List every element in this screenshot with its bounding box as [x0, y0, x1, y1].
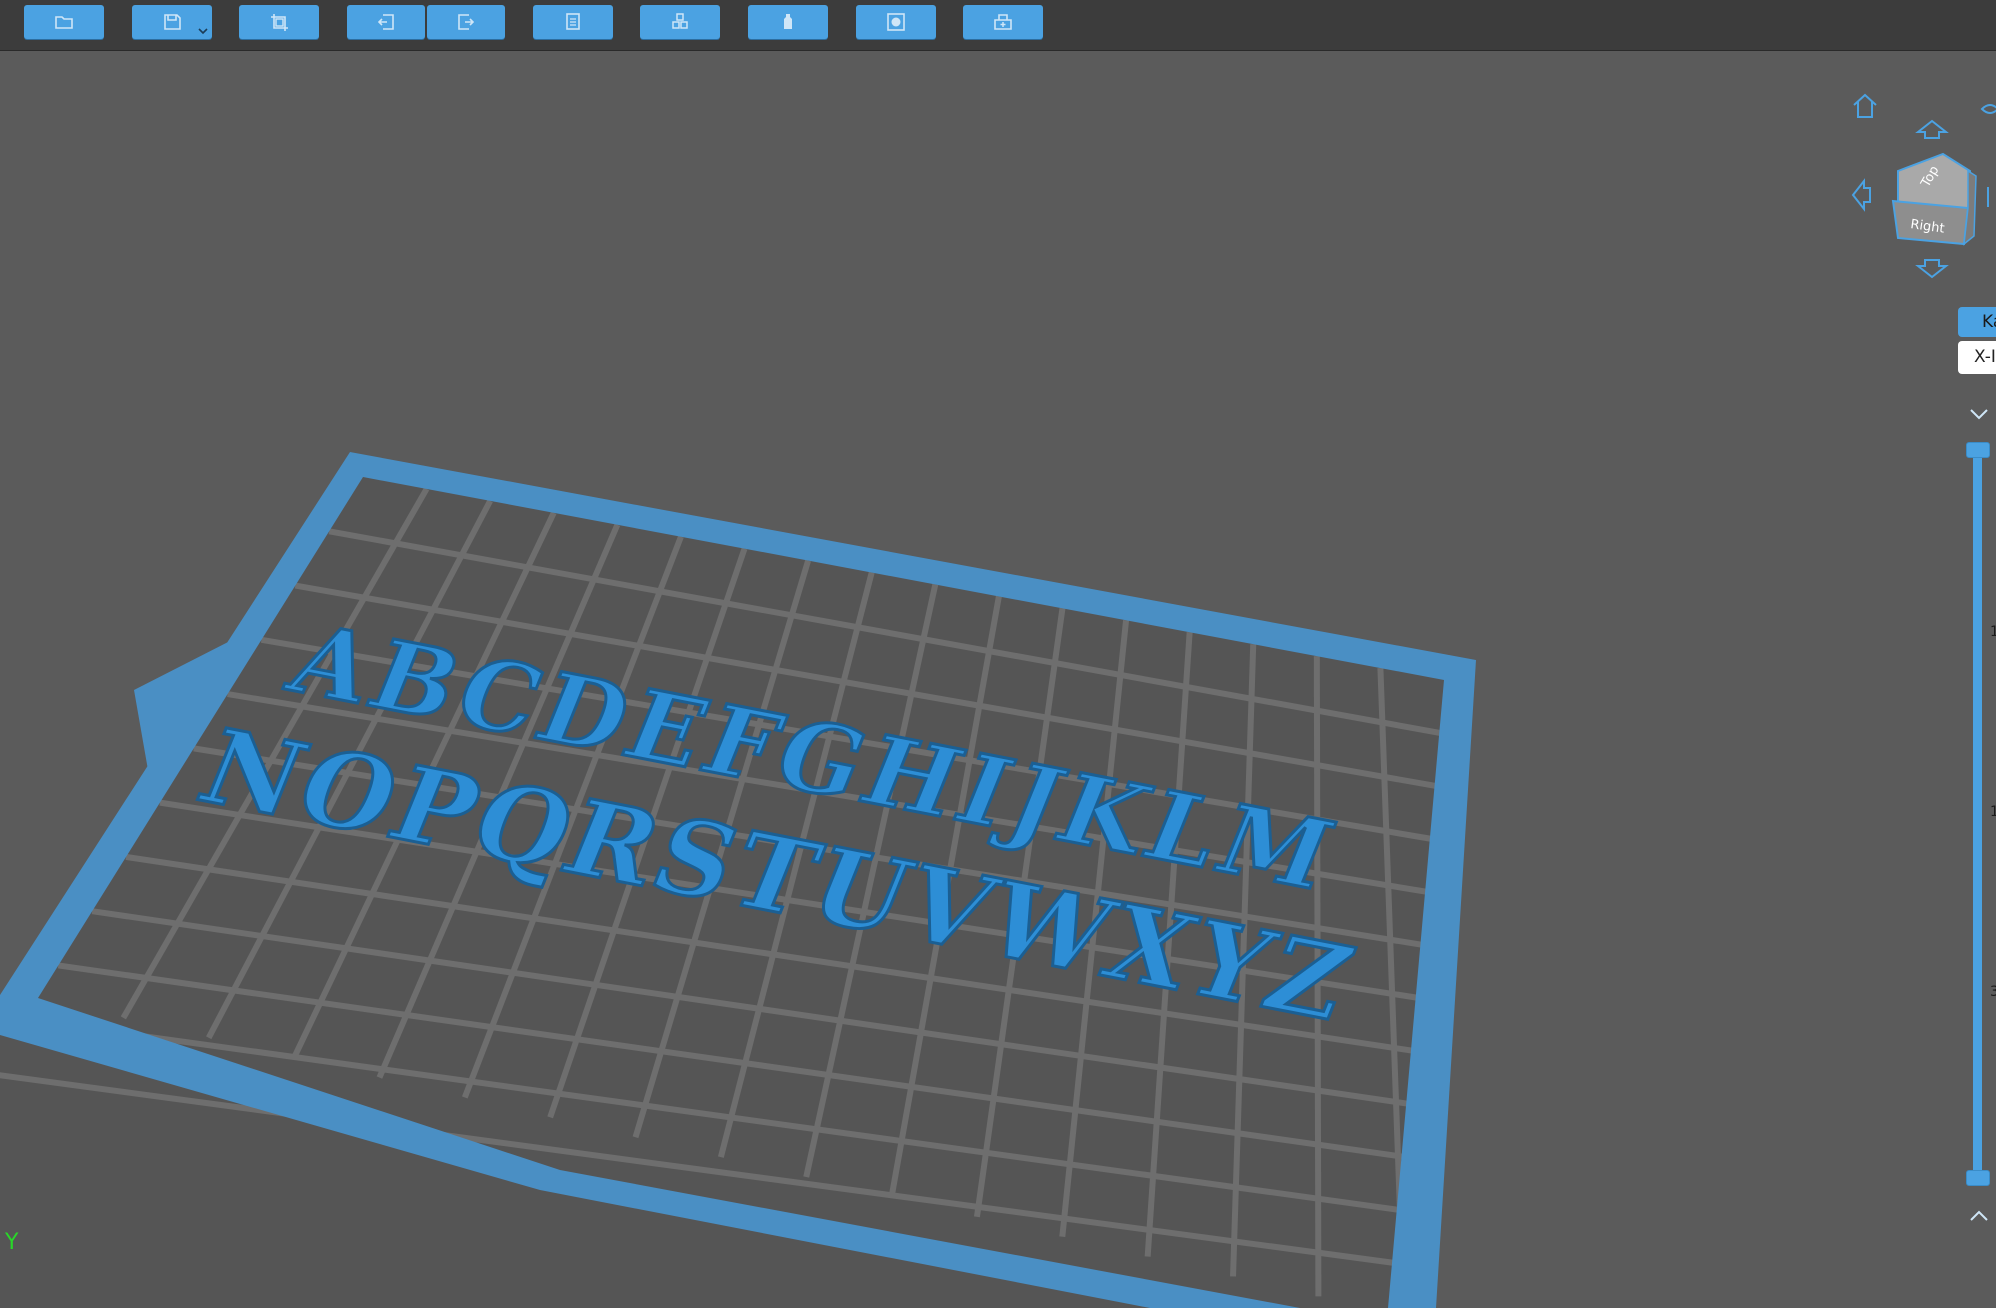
folder-icon — [55, 16, 73, 29]
undo-button[interactable] — [347, 5, 425, 39]
copy-button[interactable] — [533, 5, 613, 39]
mode-toggle-button[interactable]: Ka — [1958, 307, 1996, 337]
axis-select-button[interactable]: X-I — [1958, 341, 1996, 374]
frame-icon — [271, 14, 288, 31]
slider-tick-label: 3 — [1990, 984, 1996, 1000]
rotate-up-icon[interactable] — [1915, 118, 1949, 142]
chevron-down-icon[interactable] — [198, 27, 208, 35]
slider-tick-label: 1 — [1990, 804, 1996, 820]
main-toolbar — [0, 0, 1996, 51]
rotate-down-icon[interactable] — [1915, 256, 1949, 280]
save-icon — [164, 14, 181, 30]
hollow-button[interactable] — [856, 5, 936, 39]
chevron-down-icon[interactable] — [1968, 406, 1990, 422]
save-button[interactable] — [132, 5, 212, 39]
plate-add-icon — [994, 14, 1012, 30]
arrange-button[interactable] — [640, 5, 720, 39]
redo-button[interactable] — [427, 5, 505, 39]
3d-viewport[interactable]: ABCDEFGHIJKLM NOPQRSTUVWXYZ Top Right Ka… — [0, 52, 1996, 1308]
chevron-up-icon[interactable] — [1968, 1208, 1990, 1224]
fit-view-button[interactable] — [239, 5, 319, 39]
square-dot-icon — [887, 13, 905, 31]
bottle-icon — [784, 14, 792, 29]
layer-slider-top-handle[interactable] — [1966, 442, 1990, 458]
rotate-right-icon[interactable] — [1986, 182, 1996, 212]
layer-slider-track[interactable] — [1973, 452, 1982, 1185]
cubes-icon — [672, 13, 688, 29]
view-cube[interactable]: Top Right — [1888, 146, 1978, 251]
support-button[interactable] — [748, 5, 828, 39]
slider-tick-label: 1 — [1990, 624, 1996, 640]
copy-icon — [566, 13, 580, 30]
rotate-left-icon[interactable] — [1850, 178, 1874, 212]
eye-icon[interactable] — [1980, 96, 1996, 122]
layer-slider-bottom-handle[interactable] — [1966, 1170, 1990, 1186]
add-plate-button[interactable] — [963, 5, 1043, 39]
redo-icon — [458, 14, 475, 30]
build-plate-scene: ABCDEFGHIJKLM NOPQRSTUVWXYZ — [0, 452, 1476, 1308]
undo-icon — [377, 14, 394, 30]
home-view-icon[interactable] — [1850, 91, 1880, 121]
open-file-button[interactable] — [24, 5, 104, 39]
axis-y-label: Y — [5, 1230, 19, 1255]
